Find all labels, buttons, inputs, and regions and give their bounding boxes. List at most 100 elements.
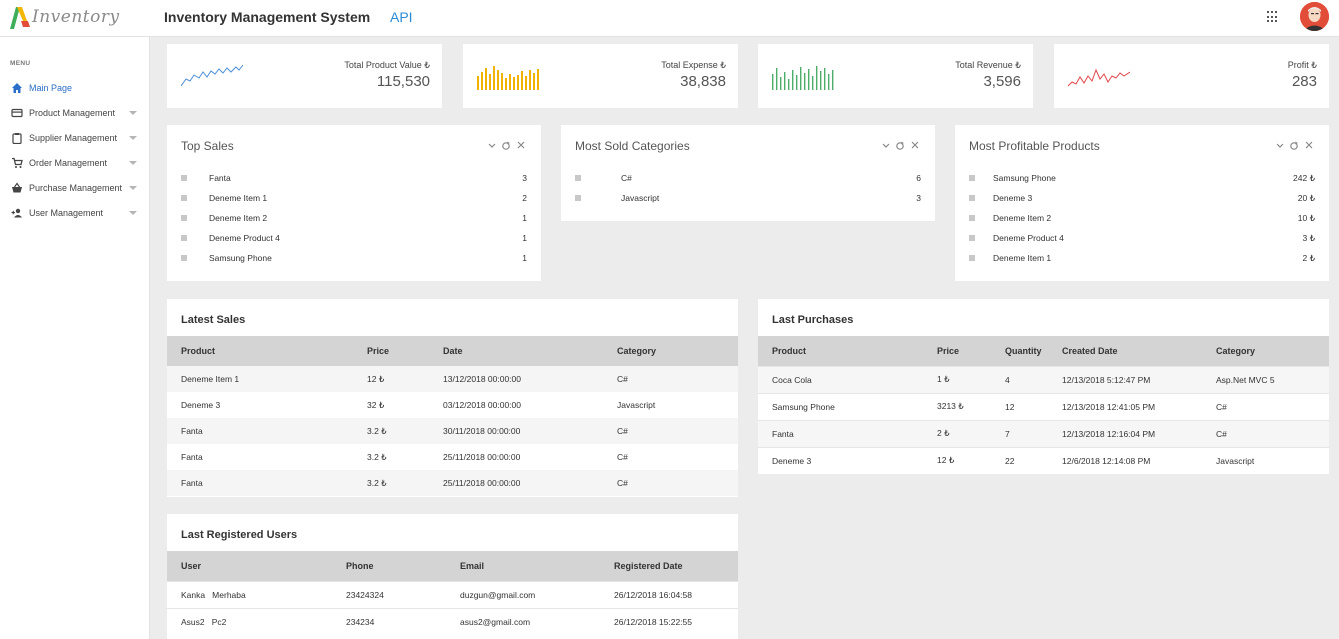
column-header[interactable]: Date <box>429 336 603 366</box>
list-item: Deneme Product 41 <box>167 229 541 249</box>
stat-label: Profit ₺ <box>1287 60 1317 70</box>
cart-icon <box>12 157 23 168</box>
refresh-icon <box>896 141 904 150</box>
logo-text: Inventory <box>32 7 120 27</box>
sidebar-item-label: Order Management <box>29 158 108 168</box>
clipboard-icon <box>12 133 22 144</box>
stat-card-total-expense: Total Expense ₺ 38,838 <box>463 44 738 108</box>
panel-title: Last Purchases <box>772 314 854 326</box>
sparkline-bar-chart <box>477 66 539 90</box>
sparkline-bar-chart <box>772 66 834 90</box>
list-item: Deneme 3 20 ₺ <box>955 189 1329 209</box>
list-item: Javascript 3 <box>561 189 935 209</box>
card-icon <box>11 108 23 118</box>
column-header[interactable]: Price <box>923 336 991 366</box>
sidebar-item-label: Product Management <box>29 108 116 118</box>
column-header[interactable]: User <box>167 551 332 581</box>
collapse-icon <box>1276 143 1284 148</box>
stat-card-total-revenue: Total Revenue ₺ 3,596 <box>758 44 1033 108</box>
list-item: Deneme Item 21 <box>167 209 541 229</box>
sidebar-item-label: Purchase Management <box>29 183 123 193</box>
collapse-icon <box>488 143 496 148</box>
panel-title: Last Registered Users <box>181 529 298 541</box>
column-header[interactable]: Quantity <box>991 336 1048 366</box>
stat-label: Total Product Value ₺ <box>344 60 430 70</box>
stat-value: 38,838 <box>680 73 726 90</box>
apps-grid-icon[interactable] <box>1267 11 1279 23</box>
column-header[interactable]: Registered Date <box>600 551 738 581</box>
stat-value: 283 <box>1291 73 1317 90</box>
stat-card-profit: Profit ₺ 283 <box>1054 44 1329 108</box>
stat-label: Total Expense ₺ <box>661 60 726 70</box>
close-icon <box>1305 141 1313 149</box>
table-row: Fanta 3.2 ₺ 25/11/2018 00:00:00 C# <box>167 444 738 470</box>
close-icon <box>517 141 525 149</box>
close-icon <box>911 141 919 149</box>
table-row: Deneme 3 12 ₺ 22 12/6/2018 12:14:08 PM Javas… <box>758 446 1329 474</box>
last-purchases-panel: Last Purchases Product Price Quantity Cr… <box>758 299 1329 474</box>
chevron-down-icon <box>129 161 137 165</box>
basket-icon <box>12 182 22 193</box>
user-avatar[interactable] <box>1300 2 1329 31</box>
sidebar-item-label: Main Page <box>29 83 73 93</box>
most-sold-categories-widget: Most Sold Categories C# 6 Javascript 3 <box>561 125 935 221</box>
widget-title: Most Profitable Products <box>969 139 1100 153</box>
table-row: Fanta 2 ₺ 7 12/13/2018 12:16:04 PM C# <box>758 419 1329 447</box>
stat-label: Total Revenue ₺ <box>955 60 1021 70</box>
column-header[interactable]: Price <box>353 336 429 366</box>
column-header[interactable]: Category <box>603 336 738 366</box>
table-row: Asus2 Pc2 234234 asus2@gmail.com 26/12/2018… <box>167 607 738 635</box>
stat-value: 3,596 <box>983 73 1021 90</box>
most-profitable-products-widget: Most Profitable Products Samsung Phone 24… <box>955 125 1329 281</box>
column-header[interactable]: Created Date <box>1048 336 1202 366</box>
sparkline-line-chart <box>1068 68 1130 87</box>
api-link[interactable]: API <box>390 9 413 25</box>
widget-controls <box>882 141 919 150</box>
chevron-down-icon <box>129 136 137 140</box>
list-item: Deneme Item 12 <box>167 189 541 209</box>
sidebar-item-order-management[interactable]: Order Management <box>0 153 150 173</box>
table-row: Kanka Merhaba 23424324 duzgun@gmail.com 26/… <box>167 580 738 608</box>
stat-card-total-product-value: Total Product Value ₺ 115,530 <box>167 44 442 108</box>
table-row: Fanta 3.2 ₺ 30/11/2018 00:00:00 C# <box>167 418 738 444</box>
table-row: Deneme Item 1 12 ₺ 13/12/2018 00:00:00 C# <box>167 366 738 392</box>
add-user-icon <box>11 208 22 218</box>
column-header[interactable]: Product <box>758 336 923 366</box>
top-header: Inventory Inventory Management System AP… <box>0 0 1339 37</box>
sidebar-item-main-page[interactable]: Main Page <box>0 78 150 98</box>
table-row: Fanta 3.2 ₺ 25/11/2018 00:00:00 C# <box>167 470 738 496</box>
list-item: C# 6 <box>561 169 935 189</box>
stat-value: 115,530 <box>376 73 430 90</box>
column-header[interactable]: Email <box>446 551 600 581</box>
table-row: Coca Cola 1 ₺ 4 12/13/2018 5:12:47 PM Asp.Ne… <box>758 365 1329 393</box>
chevron-down-icon <box>129 211 137 215</box>
table-header-row: Product Price Date Category <box>167 336 738 366</box>
collapse-icon <box>882 143 890 148</box>
widget-title: Top Sales <box>181 139 234 153</box>
sparkline-line-chart <box>181 64 243 87</box>
top-sales-widget: Top Sales Fanta 3 Deneme Item 12 Deneme I… <box>167 125 541 281</box>
refresh-icon <box>1290 141 1298 150</box>
sidebar-item-label: Supplier Management <box>29 133 118 143</box>
sidebar-item-user-management[interactable]: User Management <box>0 203 150 223</box>
app-logo[interactable]: Inventory <box>8 3 119 31</box>
list-item: Fanta 3 <box>167 169 541 189</box>
sidebar: MENU Main Page Product Management Suppli… <box>0 37 150 639</box>
column-header[interactable]: Product <box>167 336 353 366</box>
panel-title: Latest Sales <box>181 314 246 326</box>
table-row: Samsung Phone 3213 ₺ 12 12/13/2018 12:41:05… <box>758 392 1329 420</box>
latest-sales-panel: Latest Sales Product Price Date Category… <box>167 299 738 497</box>
sidebar-item-product-management[interactable]: Product Management <box>0 103 150 123</box>
column-header[interactable]: Phone <box>332 551 446 581</box>
refresh-icon <box>502 141 510 150</box>
chevron-down-icon <box>129 186 137 190</box>
widget-controls <box>488 141 525 150</box>
sidebar-item-purchase-management[interactable]: Purchase Management <box>0 178 150 198</box>
list-item: Samsung Phone 1 <box>167 249 541 269</box>
home-icon <box>12 83 22 93</box>
list-item: Samsung Phone 242 ₺ <box>955 169 1329 189</box>
column-header[interactable]: Category <box>1202 336 1329 366</box>
sidebar-item-supplier-management[interactable]: Supplier Management <box>0 128 150 148</box>
last-registered-users-panel: Last Registered Users User Phone Email R… <box>167 514 738 639</box>
list-item: Deneme Item 2 10 ₺ <box>955 209 1329 229</box>
